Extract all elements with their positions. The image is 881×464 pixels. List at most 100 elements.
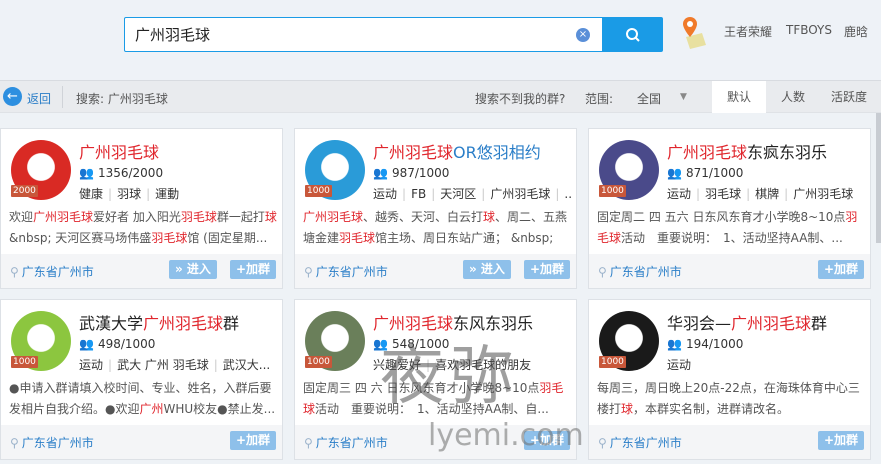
- description-segment: 广州: [139, 402, 164, 416]
- hot-search-3[interactable]: 鹿晗: [844, 23, 868, 40]
- member-count-value: 871/1000: [685, 166, 744, 180]
- enter-button[interactable]: » 进入: [169, 260, 217, 279]
- tag: 棋牌: [755, 187, 780, 201]
- card-footer: ⚲ 广东省广州市 » 进入 +加群: [295, 254, 576, 288]
- group-card[interactable]: 1000 广州羽毛球东疯东羽乐 👥 871/1000 运动 | 羽毛球 | 棋牌 | 广州羽毛…: [588, 128, 871, 289]
- title-segment: 东疯东羽乐: [747, 143, 828, 162]
- group-card[interactable]: 1000 广州羽毛球OR悠羽相约 👥 987/1000 运动 | FB | 天河区 | 广州羽…: [294, 128, 577, 289]
- location[interactable]: ⚲ 广东省广州市: [10, 434, 94, 451]
- hot-search-1[interactable]: 王者荣耀: [724, 23, 772, 40]
- location-icon: ⚲: [10, 265, 19, 279]
- tag: 运动: [667, 187, 692, 201]
- hot-search-2[interactable]: TFBOYS: [786, 23, 832, 37]
- capacity-badge: 1000: [305, 185, 332, 197]
- tag-divider: |: [746, 187, 751, 201]
- search-box[interactable]: ×: [124, 17, 603, 52]
- join-group-button[interactable]: +加群: [818, 260, 865, 279]
- card-footer: ⚲ 广东省广州市 +加群: [589, 254, 870, 288]
- member-count: 👥 194/1000: [667, 337, 743, 351]
- description-segment: 馆 (固定星期...: [187, 231, 268, 245]
- description-segment: ，本群实名制，进群请改名。: [633, 402, 790, 416]
- members-icon: 👥: [667, 337, 682, 351]
- members-icon: 👥: [79, 166, 94, 180]
- group-description: 固定周二 四 五六 日东风东育才小学晚8~10点羽毛球活动 重要说明： 1、活动…: [597, 207, 865, 247]
- group-title[interactable]: 广州羽毛球: [79, 139, 159, 163]
- group-title[interactable]: 广州羽毛球东疯东羽乐: [667, 139, 827, 163]
- filter-bar: ← 返回 搜索: 广州羽毛球 搜索不到我的群? 范围: 全国 ▼ 默认 人数 活…: [0, 80, 881, 113]
- join-group-button[interactable]: +加群: [230, 431, 277, 450]
- search-icon: [625, 27, 640, 42]
- group-title[interactable]: 广州羽毛球东风东羽乐: [373, 310, 533, 334]
- title-segment: 广州羽毛球: [79, 143, 160, 162]
- group-tags: 运动: [667, 356, 867, 373]
- tag: 健康: [79, 187, 104, 201]
- tag: 武大 广州 羽毛球: [117, 358, 209, 372]
- clear-icon[interactable]: ×: [576, 28, 590, 42]
- location[interactable]: ⚲ 广东省广州市: [10, 263, 94, 280]
- scrollbar[interactable]: [876, 113, 881, 243]
- location-text: 广东省广州市: [609, 265, 682, 279]
- group-title[interactable]: 华羽会—广州羽毛球群: [667, 310, 827, 334]
- tag: 运动: [667, 358, 692, 372]
- tab-members[interactable]: 人数: [766, 81, 820, 113]
- scope-select[interactable]: 全国: [637, 90, 661, 107]
- enter-button[interactable]: » 进入: [463, 260, 511, 279]
- group-title[interactable]: 广州羽毛球OR悠羽相约: [373, 139, 541, 163]
- description-segment: 羽毛球: [151, 231, 188, 245]
- chevron-down-icon[interactable]: ▼: [680, 92, 687, 102]
- search-button[interactable]: [602, 17, 663, 52]
- group-title[interactable]: 武漢大学广州羽毛球群: [79, 310, 239, 334]
- description-segment: 球: [621, 402, 634, 416]
- group-description: 固定周三 四 六 日东风东育才小学晚8~10点羽毛球活动 重要说明： 1、活动坚…: [303, 378, 571, 418]
- description-segment: 欢迎: [9, 210, 34, 224]
- group-card[interactable]: 1000 广州羽毛球东风东羽乐 👥 548/1000 兴趣爱好 | 喜欢羽毛球的朋友 …: [294, 299, 577, 460]
- location-text: 广东省广州市: [609, 436, 682, 450]
- location[interactable]: ⚲ 广东省广州市: [304, 434, 388, 451]
- tag: 運動: [155, 187, 180, 201]
- back-arrow-icon[interactable]: ←: [3, 87, 22, 106]
- group-card[interactable]: 1000 武漢大学广州羽毛球群 👥 498/1000 运动 | 武大 广州 羽毛球 | 武…: [0, 299, 283, 460]
- group-card[interactable]: 2000 广州羽毛球 👥 1356/2000 健康 | 羽球 | 運動 欢迎广州羽毛球爱好…: [0, 128, 283, 289]
- member-count-value: 194/1000: [685, 337, 744, 351]
- members-icon: 👥: [79, 337, 94, 351]
- description-segment: 球: [264, 210, 277, 224]
- description-segment: 羽毛球: [180, 210, 217, 224]
- location-icon: ⚲: [304, 265, 313, 279]
- location[interactable]: ⚲ 广东省广州市: [598, 263, 682, 280]
- join-group-button[interactable]: +加群: [818, 431, 865, 450]
- description-segment: 群一起打: [216, 210, 265, 224]
- members-icon: 👥: [373, 337, 388, 351]
- location-pin-icon[interactable]: [680, 15, 708, 49]
- join-group-button[interactable]: +加群: [524, 431, 571, 450]
- title-segment: 广州羽毛球: [667, 143, 748, 162]
- location[interactable]: ⚲ 广东省广州市: [598, 434, 682, 451]
- group-tags: 兴趣爱好 | 喜欢羽毛球的朋友: [373, 356, 573, 373]
- tab-activity[interactable]: 活跃度: [822, 81, 876, 113]
- location-icon: ⚲: [304, 436, 313, 450]
- not-found-link[interactable]: 搜索不到我的群?: [475, 90, 565, 107]
- title-segment: 广州羽毛球: [373, 314, 454, 333]
- group-tags: 运动 | FB | 天河区 | 广州羽毛球 |...: [373, 185, 573, 202]
- capacity-badge: 1000: [305, 356, 332, 368]
- capacity-badge: 1000: [599, 356, 626, 368]
- back-link[interactable]: 返回: [27, 90, 51, 107]
- title-segment: 群: [223, 314, 240, 333]
- member-count: 👥 498/1000: [79, 337, 155, 351]
- description-segment: &nbsp; 天河区赛马场伟盛: [9, 231, 152, 245]
- description-segment: 固定周三 四 六 日东风东育才小学晚8~10点: [303, 381, 540, 395]
- tag-divider: |: [431, 187, 436, 201]
- title-segment: 群: [811, 314, 828, 333]
- group-description: 广州羽毛球、越秀、天河、白云打球、周二、五燕塘金建羽毛球馆主场、周日东站广通； …: [303, 207, 571, 247]
- tab-default[interactable]: 默认: [712, 81, 766, 113]
- description-segment: WHU校友●禁止发...: [163, 402, 276, 416]
- location[interactable]: ⚲ 广东省广州市: [304, 263, 388, 280]
- card-footer: ⚲ 广东省广州市 +加群: [295, 425, 576, 459]
- join-group-button[interactable]: +加群: [524, 260, 571, 279]
- join-group-button[interactable]: +加群: [230, 260, 277, 279]
- location-icon: ⚲: [10, 436, 19, 450]
- group-card[interactable]: 1000 华羽会—广州羽毛球群 👥 194/1000 运动 每周三，周日晚上20点…: [588, 299, 871, 460]
- tag: FB: [411, 187, 427, 201]
- tag-divider: |: [213, 358, 218, 372]
- tag-divider: |: [696, 187, 701, 201]
- search-input[interactable]: [125, 18, 565, 51]
